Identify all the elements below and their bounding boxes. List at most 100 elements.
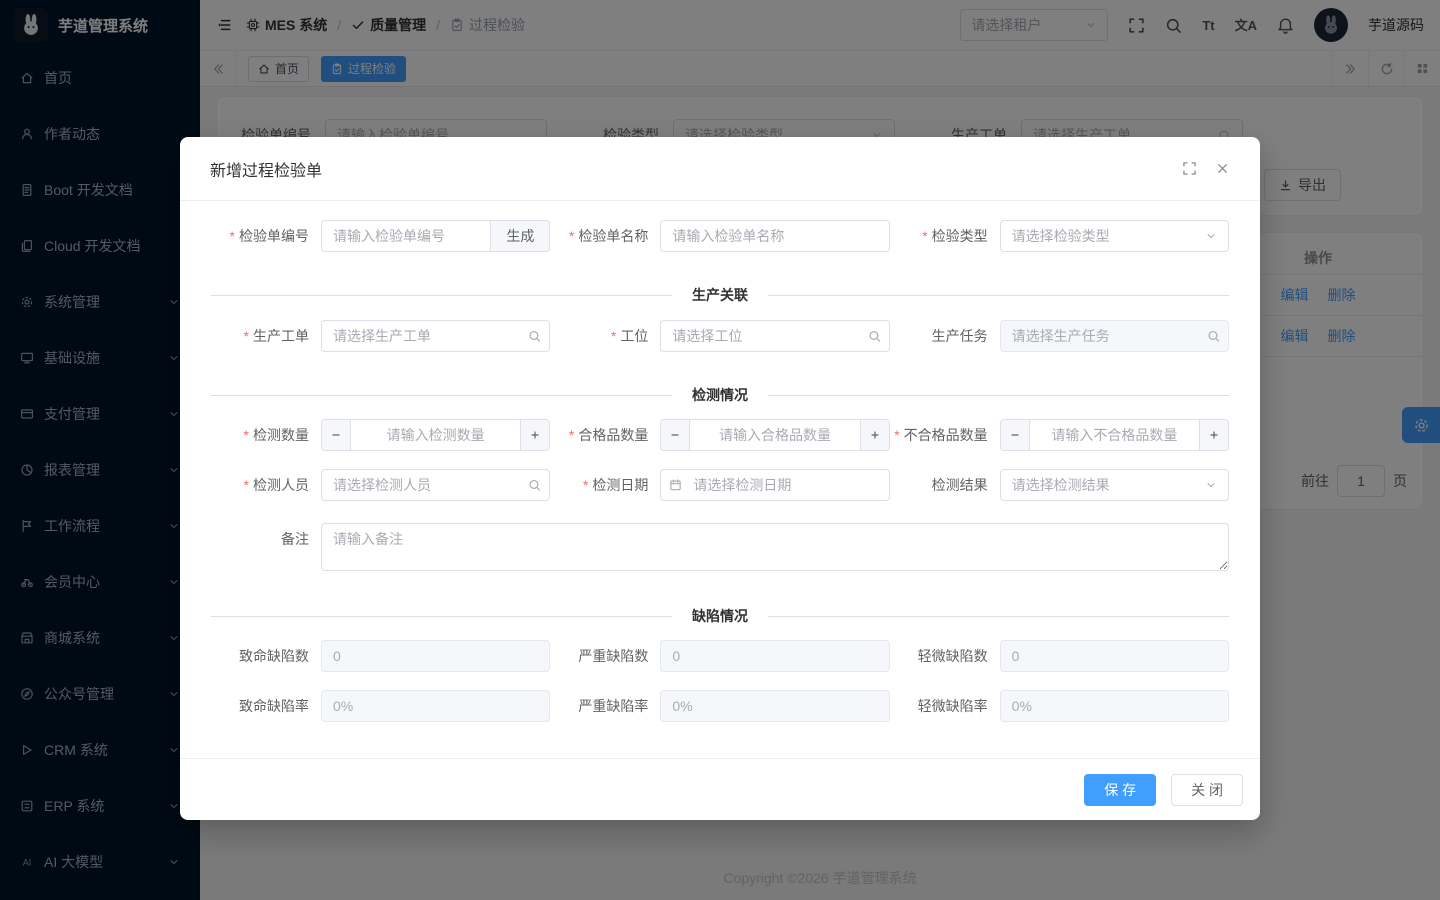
- section-title: 检测情况: [672, 385, 768, 405]
- field-inspection-result: 检测结果 请选择检测结果: [890, 469, 1229, 501]
- field-station: *工位: [550, 320, 889, 352]
- field-label: 检测结果: [932, 477, 988, 493]
- field-label: 检测日期: [592, 477, 648, 493]
- section-production: 生产关联: [211, 285, 1229, 305]
- field-inspection-no: *检验单编号 生成: [211, 220, 550, 252]
- remark-textarea[interactable]: [321, 523, 1229, 571]
- dialog-close-icon[interactable]: [1215, 161, 1230, 176]
- close-button[interactable]: 关 闭: [1171, 774, 1243, 806]
- required-mark: *: [230, 228, 235, 244]
- field-inspector: *检测人员: [211, 469, 550, 501]
- inspection-no-input[interactable]: [321, 220, 490, 252]
- minor-defect-rate-input: [1000, 690, 1229, 722]
- field-remark: 备注: [211, 523, 1229, 571]
- field-label: 备注: [281, 531, 309, 547]
- field-label: 致命缺陷率: [239, 698, 309, 714]
- required-mark: *: [569, 427, 574, 443]
- field-label: 检验单编号: [239, 228, 309, 244]
- inspection-qty-stepper: [321, 419, 550, 451]
- minus-button[interactable]: [322, 420, 351, 450]
- field-severe-defect-count: 严重缺陷数: [550, 640, 889, 672]
- required-mark: *: [569, 228, 574, 244]
- inspection-type-select[interactable]: 请选择检验类型: [1000, 220, 1229, 252]
- section-defect: 缺陷情况: [211, 606, 1229, 626]
- select-placeholder: 请选择检测结果: [1012, 475, 1205, 495]
- fail-qty-stepper: [1000, 419, 1229, 451]
- inspection-qty-input[interactable]: [351, 420, 520, 450]
- severe-defect-count-input: [660, 640, 889, 672]
- field-label: 不合格品数量: [904, 427, 988, 443]
- field-fail-qty: * 不合格品数量: [890, 419, 1229, 451]
- field-work-order: *生产工单: [211, 320, 550, 352]
- required-mark: *: [894, 427, 899, 443]
- field-label: 轻微缺陷率: [918, 698, 988, 714]
- required-mark: *: [244, 328, 249, 344]
- inspection-name-input[interactable]: [660, 220, 889, 252]
- fatal-defect-rate-input: [321, 690, 550, 722]
- search-icon: [528, 330, 541, 343]
- modal-header: 新增过程检验单: [180, 137, 1260, 201]
- field-minor-defect-count: 轻微缺陷数: [890, 640, 1229, 672]
- search-icon: [868, 330, 881, 343]
- search-icon: [528, 479, 541, 492]
- field-minor-defect-rate: 轻微缺陷率: [890, 690, 1229, 722]
- field-label: 生产任务: [932, 328, 988, 344]
- minor-defect-count-input: [1000, 640, 1229, 672]
- required-mark: *: [922, 228, 927, 244]
- required-mark: *: [611, 328, 616, 344]
- generate-button[interactable]: 生成: [490, 220, 550, 252]
- required-mark: *: [244, 477, 249, 493]
- field-label: 严重缺陷数: [578, 648, 648, 664]
- dialog-fullscreen-icon[interactable]: [1182, 161, 1197, 176]
- fail-qty-input[interactable]: [1030, 420, 1199, 450]
- inspection-date-input[interactable]: [660, 469, 889, 501]
- production-task-input: [1000, 320, 1229, 352]
- modal-title: 新增过程检验单: [210, 157, 322, 181]
- field-fatal-defect-rate: 致命缺陷率: [211, 690, 550, 722]
- plus-button[interactable]: [860, 420, 889, 450]
- field-label: 致命缺陷数: [239, 648, 309, 664]
- field-fatal-defect-count: 致命缺陷数: [211, 640, 550, 672]
- plus-button[interactable]: [520, 420, 549, 450]
- minus-button[interactable]: [661, 420, 690, 450]
- section-title: 生产关联: [672, 285, 768, 305]
- required-mark: *: [583, 477, 588, 493]
- pass-qty-stepper: [660, 419, 889, 451]
- field-label: 检测数量: [253, 427, 309, 443]
- add-process-inspection-dialog: 新增过程检验单 *检验单编号 生成 *检验单名称 *检验类型 请选择检验类: [180, 137, 1260, 820]
- field-label: 生产工单: [253, 328, 309, 344]
- inspector-input[interactable]: [321, 469, 550, 501]
- field-label: 严重缺陷率: [578, 698, 648, 714]
- field-pass-qty: *合格品数量: [550, 419, 889, 451]
- field-label: 合格品数量: [578, 427, 648, 443]
- modal-footer: 保 存 关 闭: [180, 758, 1260, 820]
- work-order-input[interactable]: [321, 320, 550, 352]
- inspection-result-select[interactable]: 请选择检测结果: [1000, 469, 1229, 501]
- section-inspection: 检测情况: [211, 385, 1229, 405]
- field-label: 检测人员: [253, 477, 309, 493]
- severe-defect-rate-input: [660, 690, 889, 722]
- minus-button[interactable]: [1001, 420, 1030, 450]
- field-label: 检验类型: [932, 228, 988, 244]
- station-input[interactable]: [660, 320, 889, 352]
- plus-button[interactable]: [1199, 420, 1228, 450]
- section-title: 缺陷情况: [672, 606, 768, 626]
- field-severe-defect-rate: 严重缺陷率: [550, 690, 889, 722]
- field-label: 轻微缺陷数: [918, 648, 988, 664]
- field-inspection-date: *检测日期: [550, 469, 889, 501]
- modal-body: *检验单编号 生成 *检验单名称 *检验类型 请选择检验类型 生产关联: [211, 201, 1229, 758]
- fatal-defect-count-input: [321, 640, 550, 672]
- field-inspection-qty: *检测数量: [211, 419, 550, 451]
- pass-qty-input[interactable]: [690, 420, 859, 450]
- calendar-icon: [669, 479, 682, 492]
- field-label: 检验单名称: [578, 228, 648, 244]
- save-button[interactable]: 保 存: [1084, 774, 1156, 806]
- search-icon: [1207, 330, 1220, 343]
- chevron-down-icon: [1205, 479, 1217, 491]
- field-inspection-name: *检验单名称: [550, 220, 889, 252]
- select-placeholder: 请选择检验类型: [1012, 226, 1205, 246]
- required-mark: *: [244, 427, 249, 443]
- field-inspection-type: * 检验类型 请选择检验类型: [890, 220, 1229, 252]
- field-production-task: 生产任务: [890, 320, 1229, 352]
- field-label: 工位: [620, 328, 648, 344]
